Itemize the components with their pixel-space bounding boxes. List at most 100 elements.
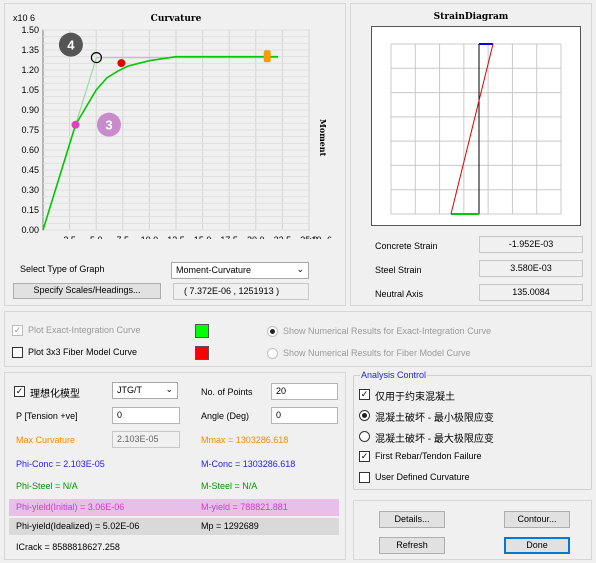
y-tick-label: 1.50 <box>21 25 39 35</box>
show-exact-label: Show Numerical Results for Exact-Integra… <box>283 326 492 336</box>
idealize-label: 理想化模型 <box>30 389 80 400</box>
first-rebar-failure-label: First Rebar/Tendon Failure <box>375 451 482 461</box>
user-defined-curvature-label: User Defined Curvature <box>375 472 470 482</box>
max-curvature-marker <box>263 50 271 63</box>
chevron-down-icon: ⌄ <box>296 264 304 274</box>
y-axis-label: Moment <box>318 119 328 157</box>
max-curvature-label: Max Curvature <box>16 435 76 445</box>
x-tick-label: 15.0 <box>194 235 212 239</box>
curvature-chart[interactable]: 2.55.07.510.012.515.017.520.022.525.01.5… <box>5 4 345 239</box>
specify-scales-button[interactable]: Specify Scales/Headings... <box>13 283 161 299</box>
strain-diagram-panel: StrainDiagram Concrete Strain -1.952E-03… <box>350 3 592 306</box>
action-buttons-panel: Details... Contour... Refresh Done <box>353 500 592 560</box>
concrete-max-strain-label: 混凝土破坏 - 最大极限应变 <box>375 434 494 445</box>
yield-initial-bar: Phi-yield(Initial) = 3.06E-06 M-yield = … <box>9 499 339 516</box>
phi-steel-text: Phi-Steel = N/A <box>16 481 78 491</box>
chevron-down-icon: ⌄ <box>165 384 173 394</box>
y-tick-label: 0.15 <box>21 205 39 215</box>
show-fiber-label: Show Numerical Results for Fiber Model C… <box>283 348 471 358</box>
no-points-label: No. of Points <box>201 387 253 397</box>
y-tick-label: 0.60 <box>21 145 39 155</box>
mp-text: Mp = 1292689 <box>201 521 259 531</box>
phi-conc-text: Phi-Conc = 2.103E-05 <box>16 459 105 469</box>
y-tick-label: 1.20 <box>21 65 39 75</box>
done-button[interactable]: Done <box>504 537 570 554</box>
current-point-marker <box>117 59 126 68</box>
plot-options-panel: ✓ Plot Exact-Integration Curve Plot 3x3 … <box>4 311 592 367</box>
first-rebar-failure-checkbox[interactable]: ✓ <box>359 451 370 462</box>
select-graph-type-label: Select Type of Graph <box>20 264 105 274</box>
x-tick-label: 10.0 <box>141 235 159 239</box>
phi-yield-initial-text: Phi-yield(Initial) = 3.06E-06 <box>16 502 125 512</box>
angle-input[interactable]: 0 <box>271 407 338 424</box>
curvature-panel: 2.55.07.510.012.515.017.520.022.525.01.5… <box>4 3 346 306</box>
x-tick-label: 5.0 <box>90 235 103 239</box>
m-steel-text: M-Steel = N/A <box>201 481 258 491</box>
neutral-axis-value: 135.0084 <box>479 284 583 301</box>
analysis-control-title: Analysis Control <box>360 370 428 380</box>
x-tick-label: 12.5 <box>167 235 185 239</box>
phi-yield-idealized-text: Phi-yield(Idealized) = 5.02E-06 <box>16 521 140 531</box>
callout-4-label: 4 <box>67 38 75 53</box>
confined-concrete-label: 仅用于约束混凝土 <box>375 392 455 403</box>
p-tension-label: P [Tension +ve] <box>16 411 78 421</box>
concrete-strain-value: -1.952E-03 <box>479 236 583 253</box>
x-tick-label: 7.5 <box>117 235 130 239</box>
details-button[interactable]: Details... <box>379 511 445 528</box>
refresh-button[interactable]: Refresh <box>379 537 445 554</box>
y-tick-label: 0.30 <box>21 185 39 195</box>
p-tension-input[interactable]: 0 <box>112 407 180 424</box>
plot-fiber-checkbox[interactable] <box>12 347 23 358</box>
y-tick-label: 0.45 <box>21 165 39 175</box>
steel-strain-value: 3.580E-03 <box>479 260 583 277</box>
idealize-model-value: JTG/T <box>117 385 142 395</box>
x-tick-label: 22.5 <box>274 235 292 239</box>
m-conc-text: M-Conc = 1303286.618 <box>201 459 296 469</box>
y-tick-label: 0.00 <box>21 225 39 235</box>
show-fiber-radio[interactable] <box>267 348 278 359</box>
idealize-model-select[interactable]: JTG/T ⌄ <box>112 382 178 399</box>
graph-type-select[interactable]: Moment-Curvature ⌄ <box>171 262 309 279</box>
chart-title: Curvature <box>151 14 202 24</box>
strain-diagram-title: StrainDiagram <box>433 12 509 22</box>
mmax-text: Mmax = 1303286.618 <box>201 435 289 445</box>
yield-initial-marker <box>71 120 80 129</box>
x-tick-label: 2.5 <box>63 235 76 239</box>
callout-3-label: 3 <box>105 118 112 133</box>
x-exponent-label: x10 -6 <box>307 235 332 239</box>
fiber-curve-color-swatch <box>195 346 209 360</box>
coordinate-readout: ( 7.372E-06 , 1251913 ) <box>173 283 309 300</box>
y-tick-label: 0.75 <box>21 125 39 135</box>
plot-fiber-label: Plot 3x3 Fiber Model Curve <box>28 347 138 357</box>
contour-button[interactable]: Contour... <box>504 511 570 528</box>
strain-frame <box>371 26 581 226</box>
y-tick-label: 1.35 <box>21 45 39 55</box>
concrete-min-strain-radio[interactable] <box>359 410 370 421</box>
idealize-checkbox[interactable]: ✓ <box>14 386 25 397</box>
exact-curve-color-swatch <box>195 324 209 338</box>
results-panel: ✓ 理想化模型 JTG/T ⌄ No. of Points 20 P [Tens… <box>4 372 346 560</box>
show-exact-radio[interactable] <box>267 326 278 337</box>
x-tick-label: 20.0 <box>247 235 265 239</box>
concrete-max-strain-radio[interactable] <box>359 431 370 442</box>
y-tick-label: 1.05 <box>21 85 39 95</box>
analysis-control-group: Analysis Control ✓ 仅用于约束混凝土 混凝土破坏 - 最小极限… <box>353 370 592 490</box>
plot-exact-checkbox[interactable]: ✓ <box>12 325 23 336</box>
confined-concrete-checkbox[interactable]: ✓ <box>359 389 370 400</box>
y-tick-label: 0.90 <box>21 105 39 115</box>
yield-idealized-bar: Phi-yield(Idealized) = 5.02E-06 Mp = 129… <box>9 518 339 535</box>
m-yield-text: M-yield = 788821.881 <box>201 502 288 512</box>
user-defined-curvature-checkbox[interactable] <box>359 472 370 483</box>
y-exponent-label: x10 6 <box>13 13 35 23</box>
plot-exact-label: Plot Exact-Integration Curve <box>28 325 141 335</box>
x-tick-label: 17.5 <box>220 235 238 239</box>
strain-diagram <box>371 26 581 226</box>
no-points-input[interactable]: 20 <box>271 383 338 400</box>
concrete-min-strain-label: 混凝土破坏 - 最小极限应变 <box>375 413 494 424</box>
steel-strain-label: Steel Strain <box>375 265 422 275</box>
angle-label: Angle (Deg) <box>201 411 250 421</box>
neutral-axis-label: Neutral Axis <box>375 289 424 299</box>
max-curvature-value: 2.103E-05 <box>112 431 180 448</box>
concrete-strain-label: Concrete Strain <box>375 241 438 251</box>
graph-type-value: Moment-Curvature <box>176 265 252 275</box>
